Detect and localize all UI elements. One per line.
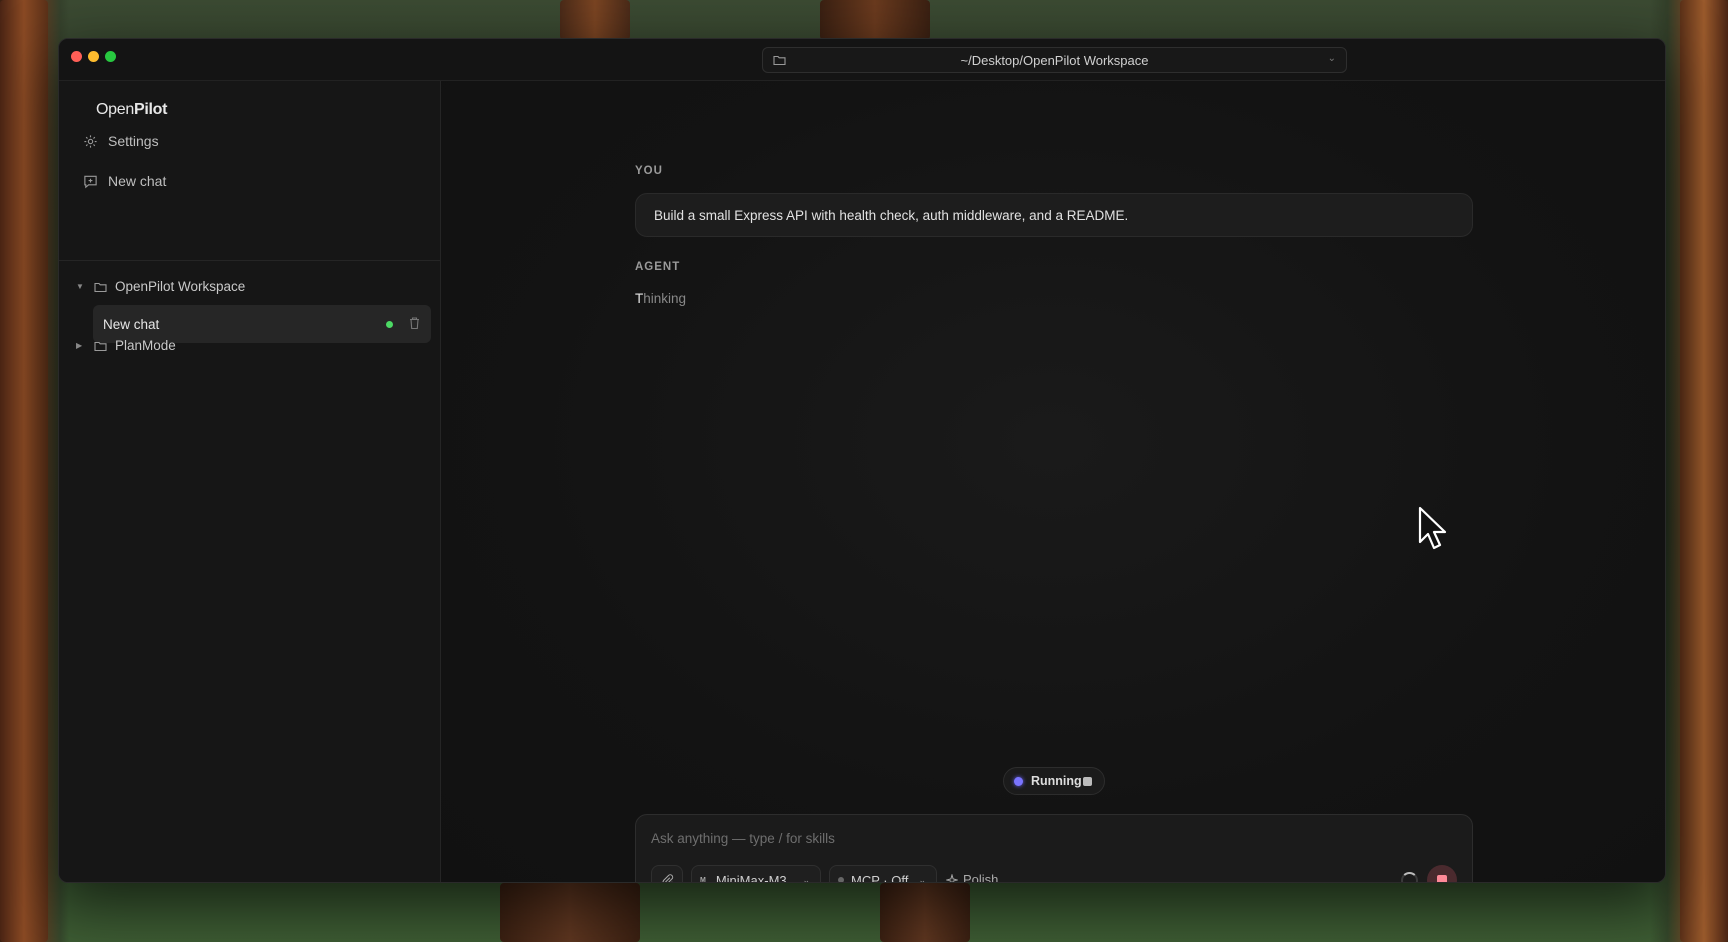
folder-icon <box>94 282 107 292</box>
settings-link[interactable]: Settings <box>83 133 159 149</box>
chat-title: New chat <box>103 316 160 332</box>
running-label: Running <box>1031 774 1082 788</box>
running-indicator-dot <box>1014 776 1023 786</box>
gear-icon <box>84 134 97 148</box>
workspace-path-selector[interactable]: ~/Desktop/OpenPilot Workspace ⌄ <box>762 47 1347 73</box>
tree-trunk <box>560 0 630 40</box>
mcp-status-dot <box>838 877 844 882</box>
attach-button[interactable] <box>651 865 683 882</box>
caret-down-icon: ▼ <box>76 282 84 291</box>
tree-trunk <box>880 883 970 942</box>
folder-planmode[interactable]: ▶ PlanMode <box>76 338 176 353</box>
loading-spinner-icon <box>1401 872 1418 882</box>
new-chat-label: New chat <box>108 173 167 189</box>
new-chat-link[interactable]: New chat <box>83 173 166 189</box>
chevron-down-icon: ⌄ <box>1327 53 1336 64</box>
app-window: ~/Desktop/OpenPilot Workspace ⌄ OpenPilo… <box>58 38 1666 883</box>
new-chat-icon <box>84 175 97 188</box>
sparkle-icon <box>946 873 958 882</box>
polish-label: Polish <box>963 872 999 883</box>
close-window-button[interactable] <box>71 51 82 62</box>
model-selector[interactable]: M MiniMax-M3 ⌄ <box>691 865 821 883</box>
you-label: YOU <box>635 165 663 177</box>
stop-icon <box>1437 875 1447 882</box>
tree-trunk <box>500 883 640 942</box>
settings-label: Settings <box>108 133 159 149</box>
mouse-pointer-icon <box>1418 506 1447 550</box>
user-message: Build a small Express API with health ch… <box>635 193 1473 237</box>
agent-thinking-status: Thinking <box>635 291 687 306</box>
caret-right-icon: ▶ <box>76 341 83 350</box>
divider <box>59 260 440 261</box>
workspace-path: ~/Desktop/OpenPilot Workspace <box>960 52 1149 68</box>
mcp-toggle[interactable]: MCP · Off ⌄ <box>829 865 937 883</box>
zoom-window-button[interactable] <box>105 51 116 62</box>
tree-trunk <box>820 0 930 40</box>
model-logo-icon: M <box>700 876 706 883</box>
app-logo: OpenPilot <box>96 101 168 118</box>
paperclip-icon <box>662 873 673 882</box>
tree-trunk <box>1680 0 1728 942</box>
folder-name: OpenPilot Workspace <box>115 279 246 294</box>
mcp-label: MCP · Off <box>851 872 909 883</box>
folder-icon <box>94 341 107 351</box>
user-message-text: Build a small Express API with health ch… <box>654 207 1129 223</box>
polish-button[interactable]: Polish <box>946 872 999 883</box>
chevron-down-icon: ⌄ <box>918 874 926 883</box>
agent-label: AGENT <box>635 261 681 273</box>
minimize-window-button[interactable] <box>88 51 99 62</box>
title-bar: ~/Desktop/OpenPilot Workspace ⌄ <box>59 39 1665 81</box>
stop-square-icon[interactable] <box>1083 777 1092 786</box>
folder-name: PlanMode <box>115 338 176 353</box>
message-composer[interactable]: Ask anything — type / for skills M MiniM… <box>635 814 1473 883</box>
folder-openpilot-workspace[interactable]: ▼ OpenPilot Workspace <box>76 279 245 294</box>
folder-icon <box>773 55 786 66</box>
sidebar: OpenPilot Settings New chat ▼ OpenPilot … <box>59 81 441 882</box>
running-status-pill[interactable]: Running <box>1003 767 1105 795</box>
active-status-dot <box>386 321 393 328</box>
trash-icon[interactable] <box>408 316 421 330</box>
stop-generation-button[interactable] <box>1427 865 1457 882</box>
tree-trunk <box>0 0 48 942</box>
chevron-down-icon: ⌄ <box>802 874 810 883</box>
model-label: MiniMax-M3 <box>715 872 787 883</box>
composer-input[interactable]: Ask anything — type / for skills <box>651 831 835 846</box>
chat-main-panel: YOU Build a small Express API with healt… <box>441 81 1665 882</box>
